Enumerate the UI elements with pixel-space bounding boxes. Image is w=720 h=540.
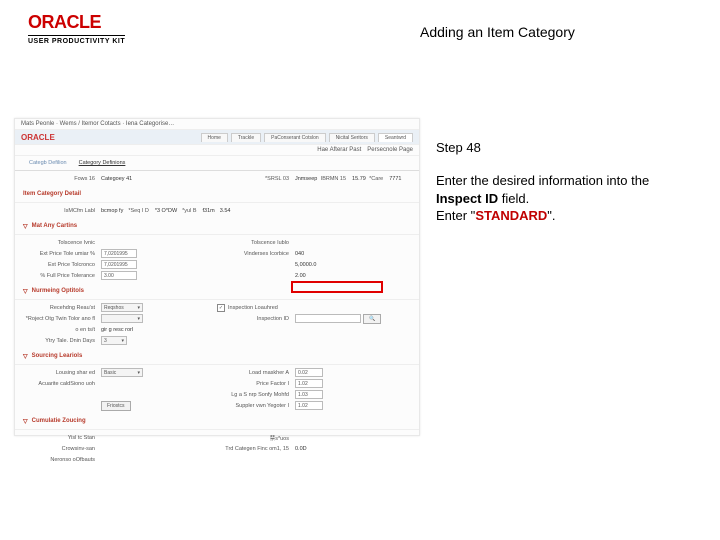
collapse-icon: ▽: [23, 353, 28, 360]
nav-cotslon[interactable]: PaConserant Cotslon: [264, 133, 326, 142]
sourc-grid: Lousing shar edBasic▾ Load rnaskher A0.0…: [15, 365, 419, 413]
nav-seantwrd[interactable]: Seantwrd: [378, 133, 413, 142]
nun-header[interactable]: ▽Nurmeing Optitols: [15, 283, 419, 300]
nun-grid: Recehdng Reau'stReqshos▾ ✓Inspection Loa…: [15, 300, 419, 348]
info-header: Item Category Detail: [15, 186, 419, 203]
instr-value: STANDARD: [475, 208, 547, 223]
load-input[interactable]: 0.02: [295, 368, 323, 377]
name-val: Categoey 41: [101, 176, 132, 182]
app-screenshot: Mats Peonle · Wems / Itemor Cotacts · Ie…: [14, 118, 420, 436]
instr-lead: Enter the desired information into the: [436, 173, 649, 188]
collapse-icon: ▽: [23, 223, 28, 230]
nav-trackle[interactable]: Trackle: [231, 133, 261, 142]
page-tab-2[interactable]: Persecnole Page: [367, 147, 413, 153]
priorities-button[interactable]: Friostcs: [101, 401, 131, 411]
breadcrumb-row: Mats Peonle · Wems / Itemor Cotacts · Ie…: [15, 119, 419, 130]
instr-enter-tail: ".: [547, 208, 555, 223]
price-factor-input[interactable]: 1.02: [295, 379, 323, 388]
chevron-down-icon: ▾: [137, 370, 140, 376]
lookup-icon[interactable]: 🔍: [363, 314, 381, 324]
top-nav: ORACLE Home Trackle PaConserant Cotslon …: [15, 130, 419, 145]
instr-enter-lead: Enter ": [436, 208, 475, 223]
matany-grid: Tolscence Ivnic Tolscence Iublo Ext Pric…: [15, 235, 419, 283]
nav-seritors[interactable]: Nicital Seritors: [329, 133, 375, 142]
oracle-upk-logo: ORACLE USER PRODUCTIVITY KIT: [28, 12, 125, 45]
subtab-def[interactable]: Categb Defilion: [23, 158, 73, 168]
instr-tail: field.: [498, 191, 529, 206]
chevron-down-icon: ▾: [137, 316, 140, 322]
yty-select[interactable]: 3▾: [101, 336, 127, 345]
instr-field: Inspect ID: [436, 191, 498, 206]
srsl-lbl: *SRSL 03: [217, 176, 289, 182]
step-label: Step 48: [436, 140, 481, 155]
chevron-down-icon: ▾: [137, 305, 140, 311]
inspect-id-input[interactable]: [295, 314, 361, 323]
supplier-input[interactable]: 1.02: [295, 401, 323, 410]
inspection-checkbox[interactable]: ✓Inspection Loauhred: [217, 304, 278, 312]
upk-wordmark: USER PRODUCTIVITY KIT: [28, 35, 125, 45]
app-brand: ORACLE: [21, 133, 55, 142]
ext-price-2-input[interactable]: 7,0201995: [101, 260, 137, 269]
topnav-tabs: Home Trackle PaConserant Cotslon Nicital…: [201, 133, 413, 142]
full-price-input[interactable]: 3.00: [101, 271, 137, 280]
matany-header[interactable]: ▽Mat Any Cartins: [15, 218, 419, 235]
receiving-select[interactable]: Reqshos▾: [101, 303, 143, 312]
oracle-wordmark: ORACLE: [28, 12, 125, 33]
sub-tabs: Categb Defilion Category Definions: [15, 156, 419, 171]
doc-title: Adding an Item Category: [420, 24, 575, 40]
cum-header[interactable]: ▽Cumulatie Zoucing: [15, 413, 419, 430]
collapse-icon: ▽: [23, 418, 28, 425]
instruction-block: Enter the desired information into the I…: [436, 172, 676, 225]
page-tab-row: Hae Afterar Past Persecnole Page: [15, 145, 419, 156]
leasing-select[interactable]: Basic▾: [101, 368, 143, 377]
reject-select[interactable]: ▾: [101, 314, 143, 323]
nav-home[interactable]: Home: [201, 133, 228, 142]
subtab-defs[interactable]: Category Definions: [73, 158, 132, 168]
info-grid: IsMCfm Lablbcmop fy *Seq I D*3 O*DW *yul…: [15, 203, 419, 218]
chevron-down-icon: ▾: [121, 338, 124, 344]
page-tab-1[interactable]: Hae Afterar Past: [317, 147, 361, 153]
collapse-icon: ▽: [23, 288, 28, 295]
sourc-header[interactable]: ▽Sourcing Leariols: [15, 348, 419, 365]
title-row: Fows 16Categoey 41 *SRSL 03Jnmseep IBRMN…: [15, 171, 419, 186]
cum-grid: Yisl tc Stan 禁s*uos Crowsinv-san Trd Cat…: [15, 430, 419, 467]
breadcrumb: Mats Peonle · Wems / Itemor Cotacts · Ie…: [21, 121, 174, 127]
lg-input[interactable]: 1.03: [295, 390, 323, 399]
name-lbl: Fows 16: [23, 176, 95, 182]
ext-price-input[interactable]: 7,0201995: [101, 249, 137, 258]
